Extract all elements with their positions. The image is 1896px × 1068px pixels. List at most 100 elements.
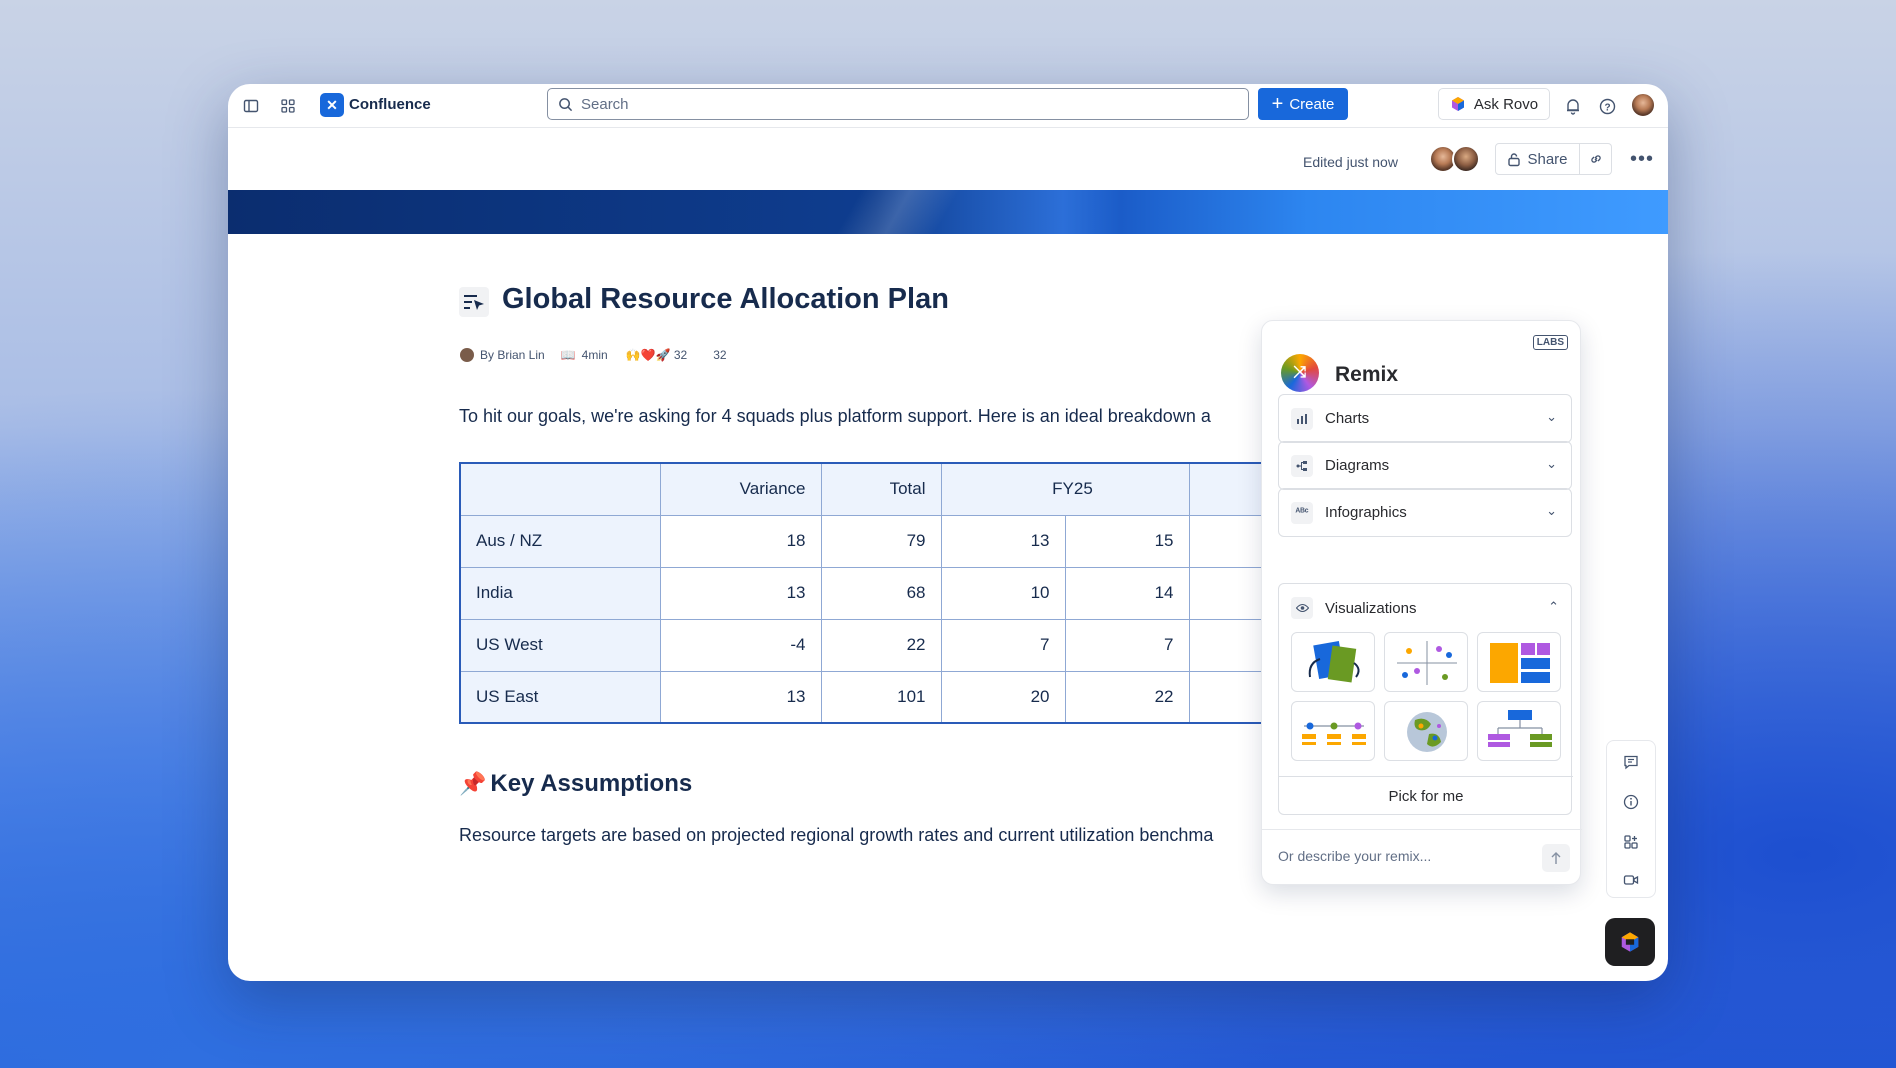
fy25-cell: 13 (940, 514, 1066, 568)
page-toolbar: Edited just now Share ••• (228, 128, 1668, 190)
author-name[interactable]: By Brian Lin (480, 348, 545, 362)
visualizations-section: Visualizations ⌃ Pick for me (1278, 583, 1573, 816)
right-rail (1606, 740, 1656, 898)
fy25-cell: 10 (940, 566, 1066, 620)
plus-icon: + (1271, 93, 1284, 115)
region-cell: India (459, 566, 661, 620)
variance-cell: -4 (659, 618, 822, 672)
create-button[interactable]: + Create (1258, 88, 1348, 120)
total-cell: 68 (820, 566, 942, 620)
table-row: Aus / NZ 18 79 13 15 (459, 514, 1280, 568)
visualization-timeline-tile[interactable] (1291, 701, 1375, 761)
visualization-treemap-tile[interactable] (1477, 632, 1561, 692)
read-time-book-icon: 📖 (560, 348, 576, 362)
rovo-icon (1451, 97, 1464, 111)
diagram-icon (1291, 454, 1313, 477)
confluence-window: ✕ Confluence + Create Ask Rovo ? Edited … (228, 84, 1668, 981)
intro-paragraph: To hit our goals, we're asking for 4 squ… (459, 406, 1211, 426)
table-row: India 13 68 10 14 (459, 566, 1280, 620)
visualization-org-chart-tile[interactable] (1477, 701, 1561, 761)
send-arrow-icon[interactable] (1542, 844, 1570, 872)
ask-rovo-button[interactable]: Ask Rovo (1438, 88, 1550, 120)
confluence-logo-icon[interactable]: ✕ (320, 93, 344, 117)
variance-cell: 18 (659, 514, 822, 568)
link-icon (1590, 155, 1601, 163)
page-emoji-icon[interactable] (459, 287, 489, 317)
describe-remix-bar (1262, 829, 1582, 885)
fy25-cell: 20 (940, 670, 1066, 724)
region-cell: US East (459, 670, 661, 724)
remix-logo-icon: ⤨ (1281, 354, 1319, 392)
pushpin-icon: 📌 (459, 771, 487, 796)
describe-remix-input[interactable] (1278, 848, 1528, 864)
visualizations-header[interactable]: Visualizations ⌃ (1279, 584, 1573, 632)
visualization-globe-tile[interactable] (1384, 701, 1468, 761)
bar-chart-icon (1291, 407, 1313, 430)
abc-text-icon: ᴬᴮᶜ (1291, 501, 1313, 524)
share-button[interactable]: Share (1495, 143, 1580, 175)
visualization-flashcards-tile[interactable] (1291, 632, 1375, 692)
fy25-cell: 15 (1064, 514, 1190, 568)
svg-text:?: ? (1604, 102, 1610, 113)
top-navigation: ✕ Confluence + Create Ask Rovo ? (228, 84, 1668, 128)
page-title: Global Resource Allocation Plan (502, 283, 949, 315)
info-icon[interactable] (1620, 791, 1642, 813)
charts-label: Charts (1325, 410, 1370, 427)
page-header-banner (228, 190, 1668, 234)
video-icon[interactable] (1620, 869, 1642, 891)
chevron-up-icon: ⌃ (1548, 599, 1559, 614)
comment-icon[interactable] (1620, 751, 1642, 773)
variance-cell: 13 (659, 566, 822, 620)
total-cell: 22 (820, 618, 942, 672)
app-switcher-icon[interactable] (276, 94, 300, 118)
search-box[interactable] (547, 88, 1249, 120)
infographics-section[interactable]: ᴬᴮᶜ Infographics ⌄ (1278, 488, 1572, 537)
ask-rovo-label: Ask Rovo (1473, 95, 1539, 113)
share-label: Share (1527, 150, 1568, 168)
visualization-scatter-tile[interactable] (1384, 632, 1468, 692)
table-header-cell (459, 462, 661, 516)
chevron-down-icon: ⌄ (1546, 503, 1557, 518)
region-cell: US West (459, 618, 661, 672)
table-header-cell: Variance (659, 462, 822, 516)
eye-icon (1291, 597, 1313, 619)
table-header-row: Variance Total FY25 (459, 462, 1280, 516)
app-name[interactable]: Confluence (349, 96, 431, 113)
charts-section[interactable]: Charts ⌄ (1278, 394, 1572, 443)
fy25-cell: 14 (1064, 566, 1190, 620)
copy-link-button[interactable] (1580, 143, 1612, 175)
collaborator-avatar[interactable] (1452, 145, 1480, 173)
table-header-cell: FY25 (940, 462, 1190, 516)
search-input[interactable] (581, 95, 1221, 113)
labs-badge: LABS (1532, 335, 1568, 350)
fy25-cell: 22 (1064, 670, 1190, 724)
table-row: US East 13 101 20 22 (459, 670, 1280, 724)
notifications-bell-icon[interactable] (1561, 94, 1585, 118)
byline: By Brian Lin 📖 4min 🙌❤️🚀 32 32 (460, 348, 727, 362)
read-time: 4min (581, 348, 608, 362)
remix-title: Remix (1335, 363, 1399, 386)
visualizations-label: Visualizations (1325, 599, 1417, 617)
user-avatar[interactable] (1630, 92, 1656, 118)
chevron-down-icon: ⌄ (1546, 456, 1557, 471)
chevron-down-icon: ⌄ (1546, 409, 1557, 424)
reactions[interactable]: 🙌❤️🚀 32 (626, 348, 688, 362)
sidebar-toggle-icon[interactable] (239, 94, 263, 118)
table-row: US West -4 22 7 7 (459, 618, 1280, 672)
apps-icon[interactable] (1620, 831, 1642, 853)
rovo-icon (1621, 932, 1639, 952)
pick-for-me-button[interactable]: Pick for me (1279, 776, 1573, 816)
total-cell: 79 (820, 514, 942, 568)
diagrams-section[interactable]: Diagrams ⌄ (1278, 441, 1572, 490)
create-label: Create (1289, 95, 1335, 113)
table-header-cell: Total (820, 462, 942, 516)
more-actions-icon[interactable]: ••• (1630, 148, 1654, 171)
help-icon[interactable]: ? (1595, 94, 1619, 118)
reaction-count: 32 (713, 348, 727, 362)
fy25-cell: 7 (940, 618, 1066, 672)
infographics-label: Infographics (1325, 504, 1407, 521)
section-heading-text: Key Assumptions (490, 770, 693, 797)
rovo-chat-button[interactable] (1605, 918, 1655, 966)
total-cell: 101 (820, 670, 942, 724)
allocation-table: Variance Total FY25 Aus / NZ 18 79 13 15… (459, 462, 1280, 724)
